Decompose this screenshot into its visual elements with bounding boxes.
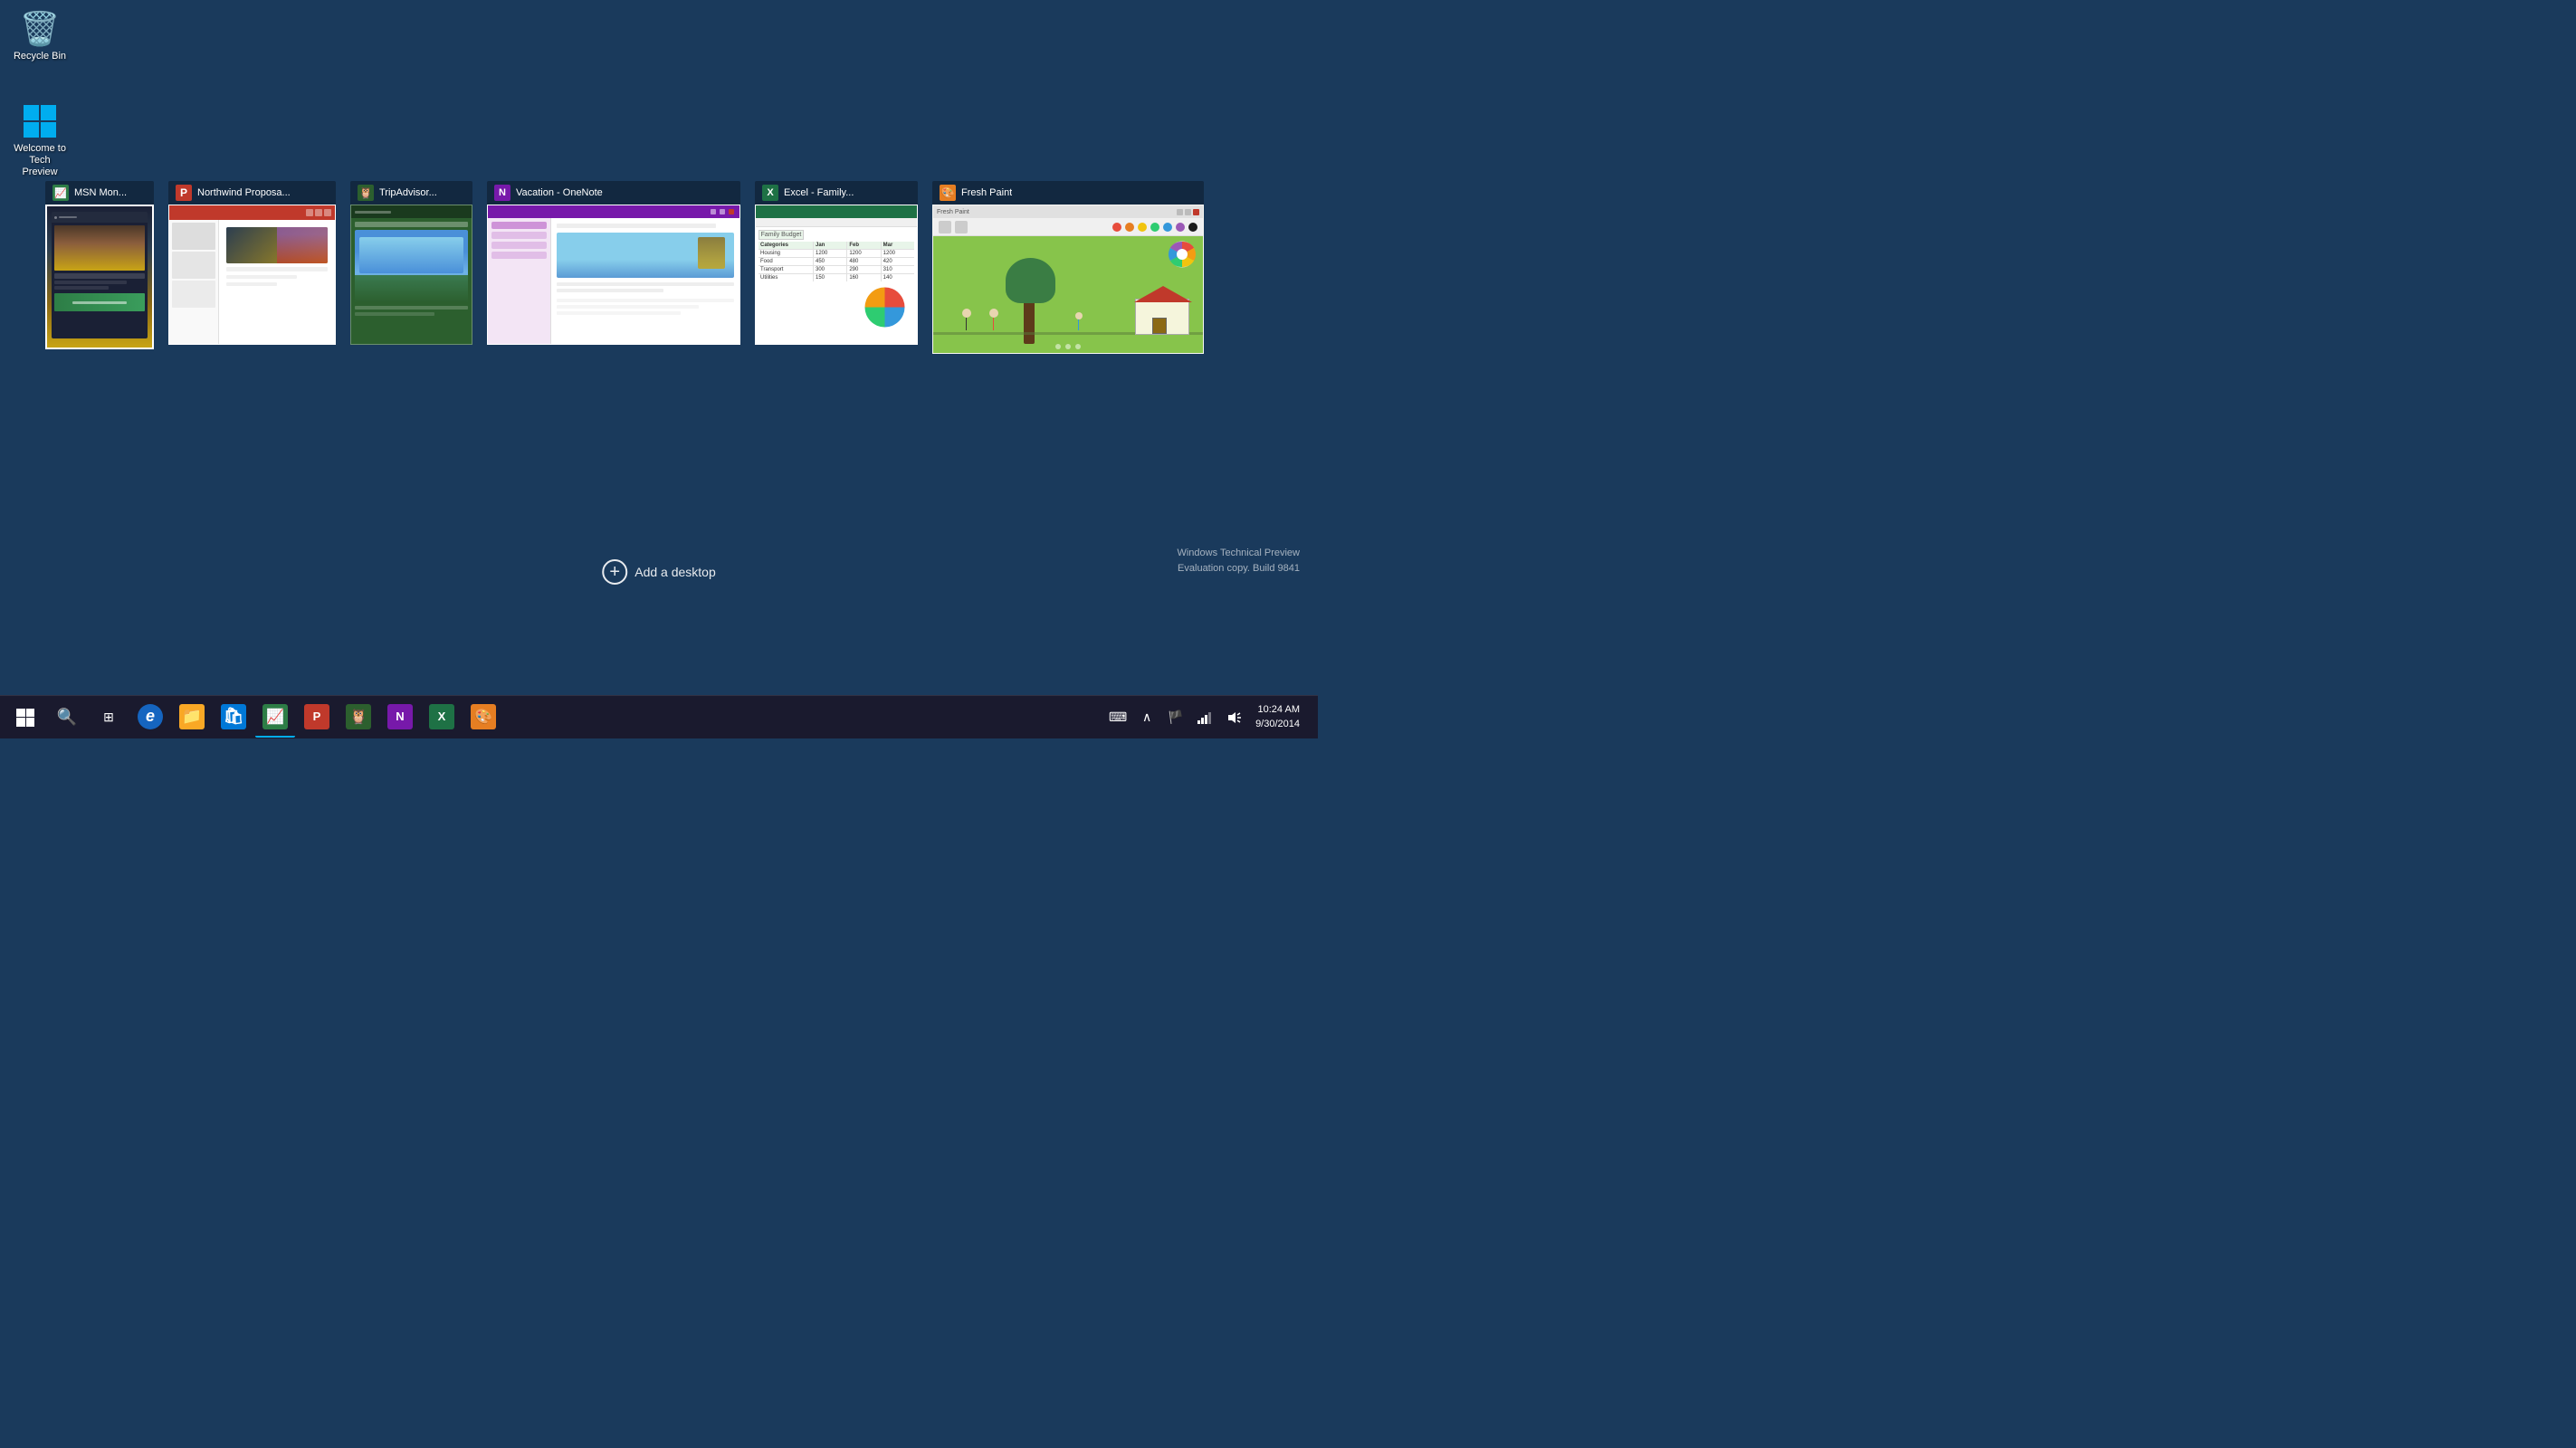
task-window-msn-money[interactable]: 📈 MSN Mon... xyxy=(45,181,154,349)
taskbar-fresh-paint[interactable]: 🎨 xyxy=(463,698,503,738)
fresh-paint-title: Fresh Paint xyxy=(961,187,1012,198)
taskbar-msn-money[interactable]: 📈 xyxy=(255,698,295,738)
taskbar-tripadvisor[interactable]: 🦉 xyxy=(339,698,378,738)
excel-app-icon: X xyxy=(762,185,778,201)
excel-pie-chart xyxy=(860,282,910,332)
task-window-northwind[interactable]: P Northwind Proposa... xyxy=(168,181,336,345)
system-clock[interactable]: 10:24 AM 9/30/2014 xyxy=(1250,703,1305,731)
welcome-icon-image xyxy=(22,103,58,139)
ie-icon: e xyxy=(138,704,163,729)
msn-money-title: MSN Mon... xyxy=(74,187,127,198)
northwind-preview xyxy=(168,205,336,345)
fresh-paint-preview: Fresh Paint xyxy=(932,205,1204,354)
welcome-icon-label: Welcome to Tech Preview xyxy=(11,143,69,179)
tripadvisor-preview xyxy=(350,205,472,345)
search-button[interactable]: 🔍 xyxy=(47,698,87,738)
keyboard-icon[interactable]: ⌨ xyxy=(1105,705,1131,730)
taskbar-file-explorer[interactable]: 📁 xyxy=(172,698,212,738)
task-view-button[interactable]: ⊞ xyxy=(89,698,129,738)
powerpoint-app-icon: P xyxy=(176,185,192,201)
onenote-app-icon: N xyxy=(494,185,510,201)
add-desktop-circle-icon: + xyxy=(602,559,627,585)
taskbar-excel-icon: X xyxy=(429,704,454,729)
onenote-preview xyxy=(487,205,740,345)
task-switcher: 📈 MSN Mon... xyxy=(45,181,1273,354)
taskbar-onenote[interactable]: N xyxy=(380,698,420,738)
task-view-icon: ⊞ xyxy=(103,710,114,725)
taskbar-tripadvisor-icon: 🦉 xyxy=(346,704,371,729)
taskbar-onenote-icon: N xyxy=(387,704,413,729)
taskbar: 🔍 ⊞ e 📁 🛍 📈 P 🦉 N X 🎨 ⌨ ∧ 🏴 xyxy=(0,695,1318,738)
recycle-bin-image: 🗑️ xyxy=(22,11,58,47)
window-titlebar-msn: 📈 MSN Mon... xyxy=(45,181,154,205)
window-titlebar-fresh-paint: 🎨 Fresh Paint xyxy=(932,181,1204,205)
search-icon: 🔍 xyxy=(57,708,77,727)
add-desktop-button[interactable]: + Add a desktop xyxy=(602,559,716,585)
window-titlebar-excel: X Excel - Family... xyxy=(755,181,918,205)
tripadvisor-app-icon: 🦉 xyxy=(358,185,374,201)
recycle-bin-icon[interactable]: 🗑️ Recycle Bin xyxy=(7,7,72,66)
chevron-up-icon[interactable]: ∧ xyxy=(1134,705,1159,730)
tripadvisor-title: TripAdvisor... xyxy=(379,187,437,198)
msn-money-preview xyxy=(45,205,154,349)
add-desktop-label: Add a desktop xyxy=(634,565,716,579)
task-window-tripadvisor[interactable]: 🦉 TripAdvisor... xyxy=(350,181,472,345)
system-tray: ⌨ ∧ 🏴 10:24 AM 9/30/2014 xyxy=(1105,703,1312,731)
msn-money-app-icon: 📈 xyxy=(52,185,69,201)
northwind-title: Northwind Proposa... xyxy=(197,187,291,198)
clock-date: 9/30/2014 xyxy=(1255,718,1300,731)
fresh-paint-app-icon: 🎨 xyxy=(940,185,956,201)
watermark: Windows Technical Preview Evaluation cop… xyxy=(1177,546,1300,576)
flag-icon[interactable]: 🏴 xyxy=(1163,705,1188,730)
network-signal-icon[interactable] xyxy=(1192,705,1217,730)
taskbar-powerpoint[interactable]: P xyxy=(297,698,337,738)
window-titlebar-tripadvisor: 🦉 TripAdvisor... xyxy=(350,181,472,205)
excel-title: Excel - Family... xyxy=(784,187,854,198)
excel-preview: Family Budget Categories Jan Feb Mar Hou… xyxy=(755,205,918,345)
taskbar-ppt-icon: P xyxy=(304,704,329,729)
recycle-bin-label: Recycle Bin xyxy=(14,51,66,62)
window-titlebar-northwind: P Northwind Proposa... xyxy=(168,181,336,205)
start-button[interactable] xyxy=(5,698,45,738)
taskbar-ie[interactable]: e xyxy=(130,698,170,738)
welcome-tech-preview-icon[interactable]: Welcome to Tech Preview xyxy=(7,100,72,183)
desktop: 🗑️ Recycle Bin Welcome to Tech Preview 📈… xyxy=(0,0,1318,666)
watermark-line2: Evaluation copy. Build 9841 xyxy=(1177,561,1300,576)
clock-time: 10:24 AM xyxy=(1258,703,1300,717)
taskbar-excel[interactable]: X xyxy=(422,698,462,738)
watermark-line1: Windows Technical Preview xyxy=(1177,546,1300,561)
windows-logo xyxy=(16,709,34,727)
volume-icon[interactable] xyxy=(1221,705,1246,730)
taskbar-freshpaint-icon: 🎨 xyxy=(471,704,496,729)
onenote-title: Vacation - OneNote xyxy=(516,187,603,198)
task-window-onenote[interactable]: N Vacation - OneNote xyxy=(487,181,740,345)
task-window-fresh-paint[interactable]: 🎨 Fresh Paint Fresh Paint xyxy=(932,181,1204,354)
windows-store-icon: 🛍 xyxy=(221,704,246,729)
taskbar-windows-store[interactable]: 🛍 xyxy=(214,698,253,738)
window-titlebar-onenote: N Vacation - OneNote xyxy=(487,181,740,205)
file-explorer-icon: 📁 xyxy=(179,704,205,729)
taskbar-msn-icon: 📈 xyxy=(262,704,288,729)
task-window-excel[interactable]: X Excel - Family... Family Budget Catego… xyxy=(755,181,918,345)
